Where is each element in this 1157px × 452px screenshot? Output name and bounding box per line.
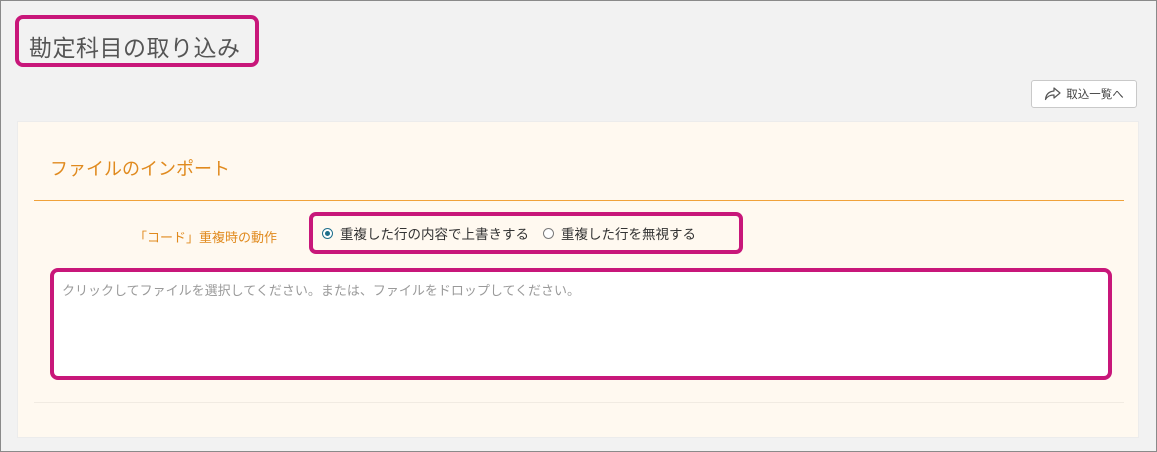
page-title-highlight: 勘定科目の取り込み	[15, 15, 259, 67]
panel-bottom-divider	[34, 402, 1124, 403]
import-panel: ファイルのインポート 「コード」重複時の動作 重複した行の内容で上書きする 重複…	[17, 121, 1139, 438]
radio-checked-icon[interactable]	[322, 227, 333, 239]
radio-overwrite-label: 重複した行の内容で上書きする	[340, 227, 529, 243]
duplicate-setting-label: 「コード」重複時の動作	[134, 231, 278, 246]
duplicate-action-radio-group: 重複した行の内容で上書きする 重複した行を無視する	[309, 212, 743, 254]
import-list-button[interactable]: 取込一覧へ	[1031, 80, 1137, 108]
panel-heading: ファイルのインポート	[50, 159, 230, 180]
import-list-label: 取込一覧へ	[1066, 87, 1124, 101]
radio-ignore[interactable]: 重複した行を無視する	[543, 223, 696, 243]
radio-unchecked-icon[interactable]	[543, 227, 554, 239]
radio-ignore-label: 重複した行を無視する	[561, 227, 696, 243]
share-arrow-icon	[1044, 87, 1062, 101]
radio-overwrite[interactable]: 重複した行の内容で上書きする	[322, 223, 529, 243]
app-window: 勘定科目の取り込み 取込一覧へ ファイルのインポート 「コード」重複時の動作 重…	[0, 0, 1157, 452]
file-drop-zone[interactable]: クリックしてファイルを選択してください。または、ファイルをドロップしてください。	[50, 268, 1112, 380]
file-drop-placeholder: クリックしてファイルを選択してください。または、ファイルをドロップしてください。	[62, 284, 581, 299]
panel-divider	[34, 200, 1124, 201]
page-title: 勘定科目の取り込み	[29, 36, 241, 62]
